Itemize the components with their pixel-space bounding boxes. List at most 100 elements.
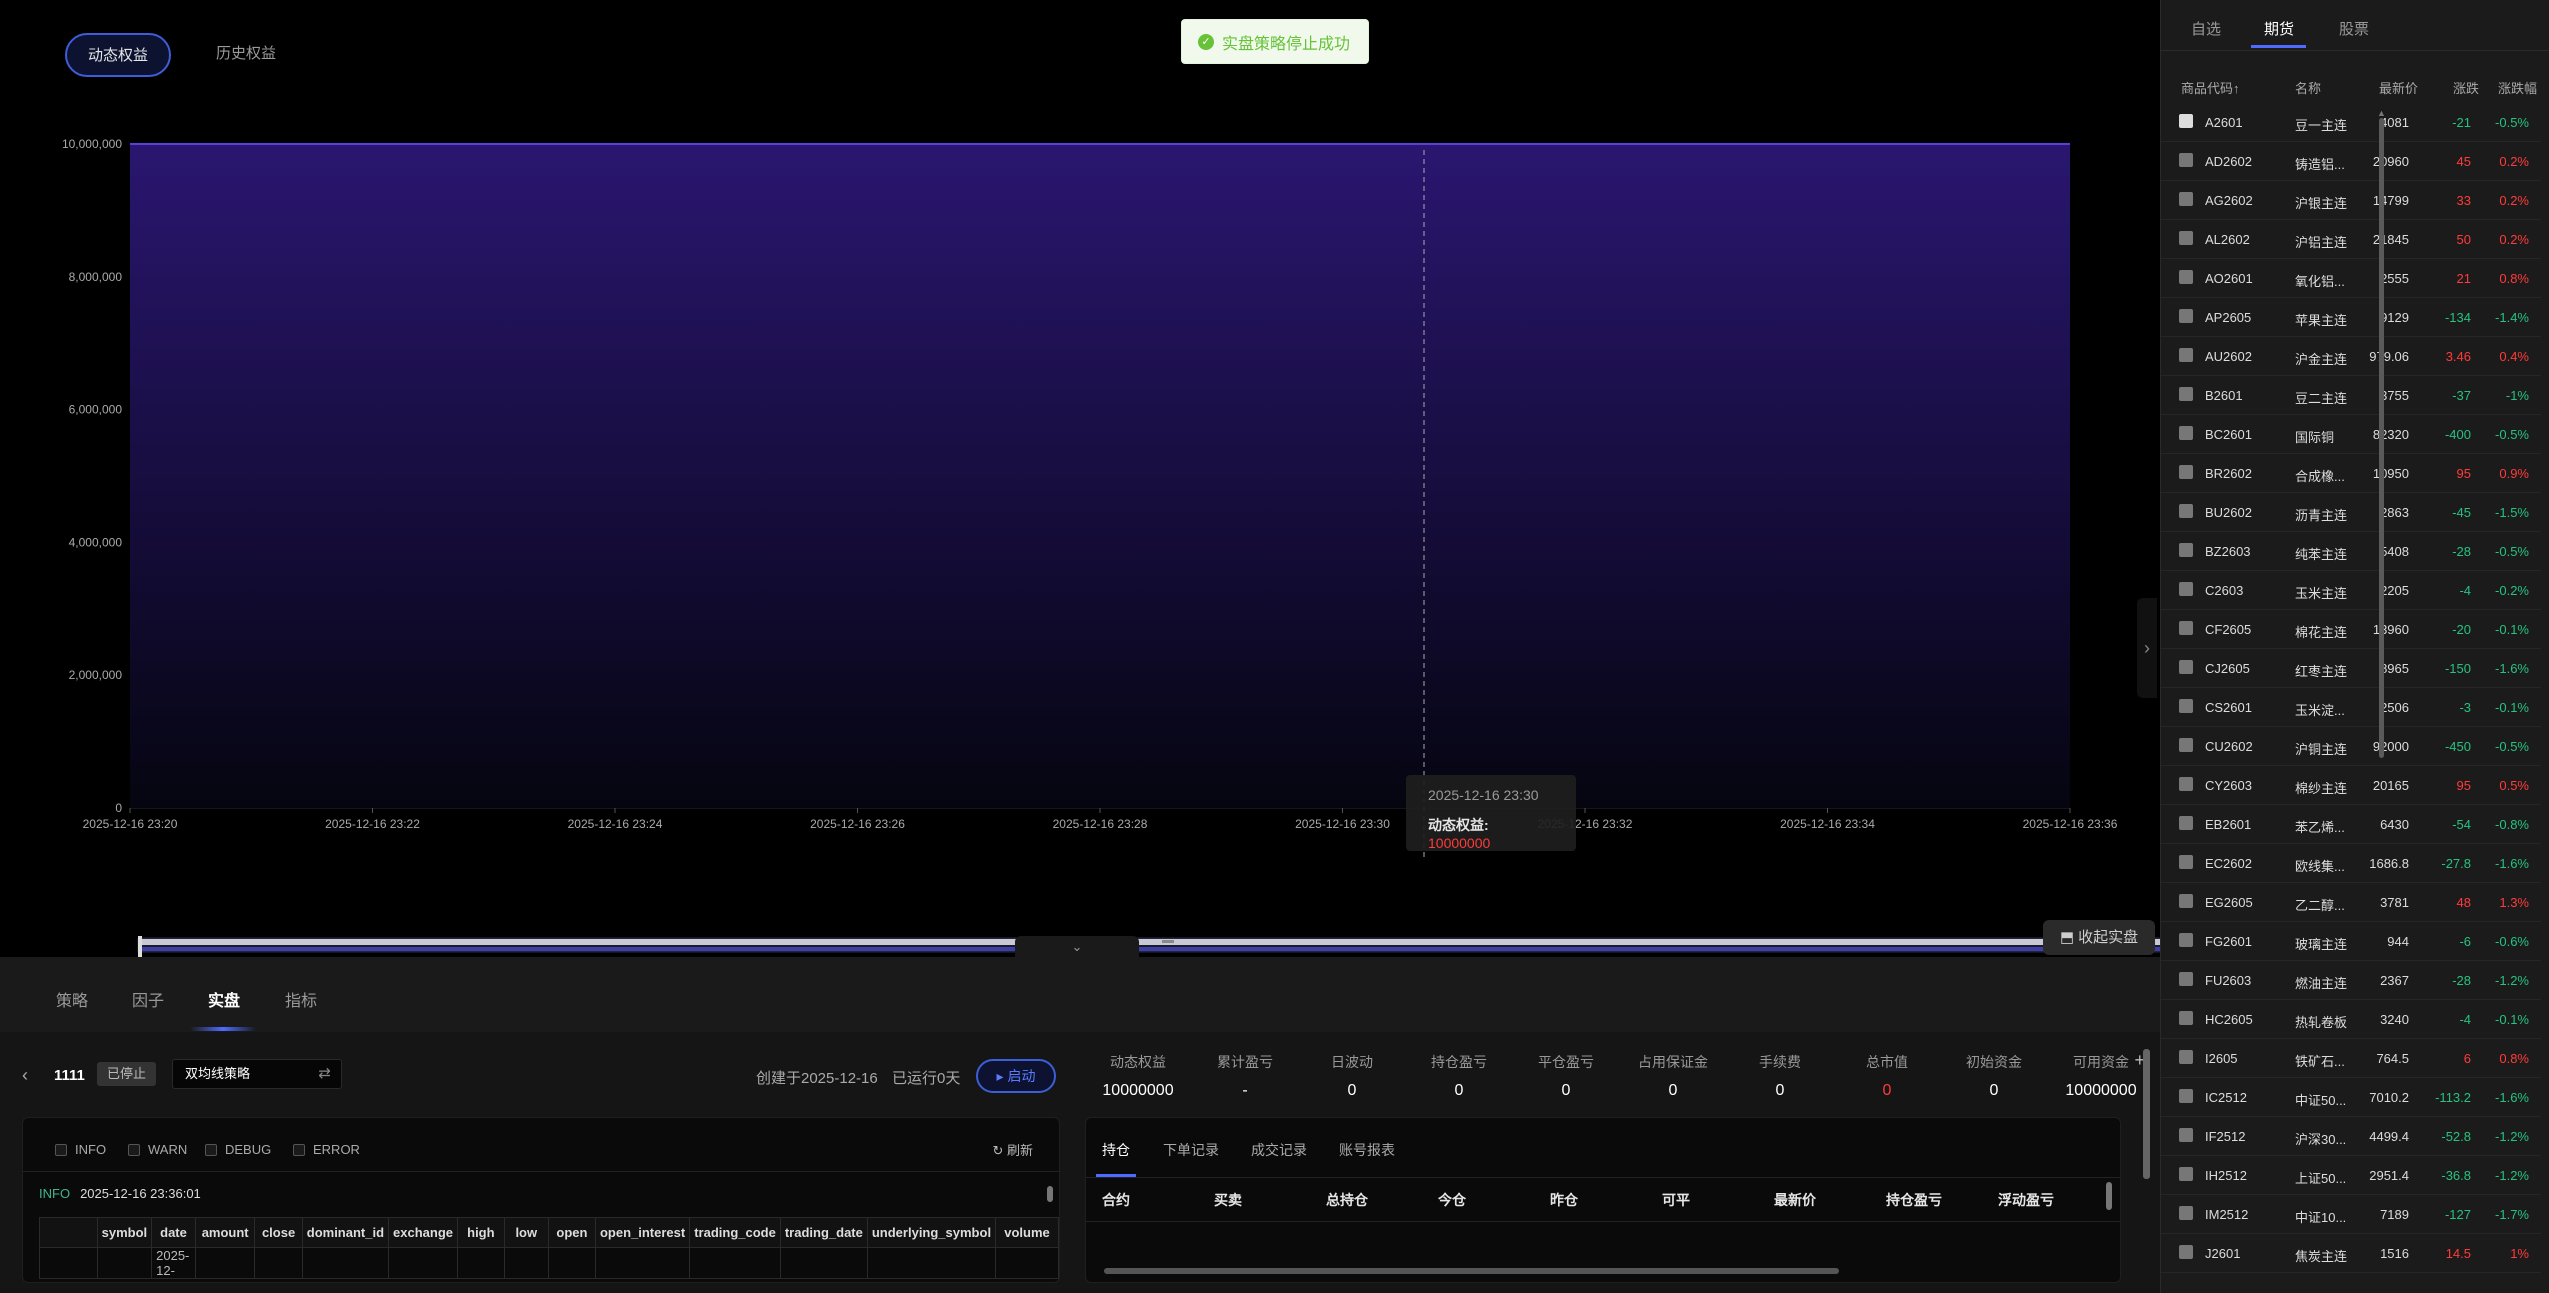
tab-strategy[interactable]: 策略 [56, 987, 88, 1011]
tab-indicator[interactable]: 指标 [285, 987, 317, 1011]
bookmark-icon[interactable] [2179, 504, 2193, 518]
bookmark-icon[interactable] [2179, 465, 2193, 479]
bookmark-icon[interactable] [2179, 621, 2193, 635]
bookmark-icon[interactable] [2179, 153, 2193, 167]
bottom-scrollbar[interactable] [2143, 1049, 2150, 1179]
watchlist-row[interactable]: AU2602 沪金主连 979.06 3.46 0.4% [2161, 337, 2541, 376]
bookmark-icon[interactable] [2179, 348, 2193, 362]
bookmark-icon[interactable] [2179, 231, 2193, 245]
bookmark-icon[interactable] [2179, 1167, 2193, 1181]
header-change[interactable]: 涨跌 [2453, 78, 2479, 97]
watchlist-row[interactable]: EG2605 乙二醇... 3781 48 1.3% [2161, 883, 2541, 922]
tab-trades[interactable]: 成交记录 [1251, 1140, 1307, 1160]
bookmark-icon[interactable] [2179, 894, 2193, 908]
tab-futures[interactable]: 期货 [2264, 18, 2294, 39]
bookmark-icon[interactable] [2179, 738, 2193, 752]
watchlist-row[interactable]: CS2601 玉米淀... 2506 -3 -0.1% [2161, 688, 2541, 727]
swap-icon[interactable]: ⇄ [318, 1060, 331, 1088]
positions-vertical-scrollbar[interactable] [2106, 1182, 2112, 1210]
watchlist-row[interactable]: BU2602 沥青主连 2863 -45 -1.5% [2161, 493, 2541, 532]
bookmark-icon[interactable] [2179, 387, 2193, 401]
scroll-up-icon[interactable]: ▲ [2377, 108, 2386, 118]
watchlist-row[interactable]: CY2603 棉纱主连 20165 95 0.5% [2161, 766, 2541, 805]
header-change-pct[interactable]: 涨跌幅 [2498, 78, 2537, 97]
filter-warn[interactable]: WARN [128, 1142, 187, 1157]
bookmark-icon[interactable] [2179, 933, 2193, 947]
watchlist-row[interactable]: IH2512 上证50... 2951.4 -36.8 -1.2% [2161, 1156, 2541, 1195]
filter-debug[interactable]: DEBUG [205, 1142, 271, 1157]
watchlist-row[interactable]: IF2512 沪深30... 4499.4 -52.8 -1.2% [2161, 1117, 2541, 1156]
refresh-button[interactable]: ↻ 刷新 [992, 1140, 1033, 1159]
watchlist-row[interactable]: AL2602 沪铝主连 21845 50 0.2% [2161, 220, 2541, 259]
bookmark-icon[interactable] [2179, 114, 2193, 128]
bookmark-icon[interactable] [2179, 660, 2193, 674]
watchlist-row[interactable]: AD2602 铸造铝... 20960 45 0.2% [2161, 142, 2541, 181]
watchlist-row[interactable]: BZ2603 纯苯主连 5408 -28 -0.5% [2161, 532, 2541, 571]
tab-favorites[interactable]: 自选 [2191, 18, 2221, 39]
watchlist-row[interactable]: AO2601 氧化铝... 2555 21 0.8% [2161, 259, 2541, 298]
watchlist-row[interactable]: A2601 豆一主连 4081 -21 -0.5% [2161, 103, 2541, 142]
watchlist-row[interactable]: EC2602 欧线集... 1686.8 -27.8 -1.6% [2161, 844, 2541, 883]
back-chevron-left-icon[interactable]: ‹ [22, 1065, 28, 1086]
watchlist-row[interactable]: HC2605 热轧卷板 3240 -4 -0.1% [2161, 1000, 2541, 1039]
bookmark-icon[interactable] [2179, 309, 2193, 323]
watchlist-row[interactable]: CJ2605 红枣主连 8965 -150 -1.6% [2161, 649, 2541, 688]
bookmark-icon[interactable] [2179, 1011, 2193, 1025]
sidebar-toggle-chevron-right-icon[interactable]: › [2137, 598, 2157, 698]
bookmark-icon[interactable] [2179, 1206, 2193, 1220]
checkbox[interactable] [55, 1143, 67, 1156]
tab-orders[interactable]: 下单记录 [1163, 1140, 1219, 1160]
bookmark-icon[interactable] [2179, 777, 2193, 791]
bookmark-icon[interactable] [2179, 699, 2193, 713]
watchlist-row[interactable]: FG2601 玻璃主连 944 -6 -0.6% [2161, 922, 2541, 961]
checkbox[interactable] [128, 1143, 140, 1156]
watchlist-row[interactable]: EB2601 苯乙烯... 6430 -54 -0.8% [2161, 805, 2541, 844]
bookmark-icon[interactable] [2179, 972, 2193, 986]
strategy-select[interactable]: 双均线策略 ⇄ [172, 1059, 342, 1089]
tab-account-report[interactable]: 账号报表 [1339, 1140, 1395, 1160]
watchlist-row[interactable]: AP2605 苹果主连 9129 -134 -1.4% [2161, 298, 2541, 337]
bookmark-icon[interactable] [2179, 1245, 2193, 1259]
filter-error[interactable]: ERROR [293, 1142, 360, 1157]
zoom-handle-left[interactable] [138, 936, 142, 957]
bookmark-icon[interactable] [2179, 1050, 2193, 1064]
watchlist-row[interactable]: C2603 玉米主连 2205 -4 -0.2% [2161, 571, 2541, 610]
equity-chart[interactable]: 10,000,000 8,000,000 6,000,000 4,000,000 2,0… [0, 0, 2160, 957]
bookmark-icon[interactable] [2179, 270, 2193, 284]
tab-live[interactable]: 实盘 [208, 987, 240, 1011]
watchlist-row[interactable]: BC2601 国际铜 82320 -400 -0.5% [2161, 415, 2541, 454]
bookmark-icon[interactable] [2179, 192, 2193, 206]
watchlist-row[interactable]: IM2512 中证10... 7189 -127 -1.7% [2161, 1195, 2541, 1234]
watchlist-scrollbar[interactable] [2379, 118, 2384, 758]
watchlist-row[interactable]: B2601 豆二主连 3755 -37 -1% [2161, 376, 2541, 415]
collapse-chevron-down-icon[interactable]: ⌄ [1015, 936, 1139, 957]
watchlist-row[interactable]: AG2602 沪银主连 14799 33 0.2% [2161, 181, 2541, 220]
log-scrollbar[interactable] [1047, 1178, 1053, 1278]
tab-positions[interactable]: 持仓 [1102, 1140, 1130, 1160]
close-live-button[interactable]: ⬒ 收起实盘 [2043, 920, 2155, 955]
watchlist-row[interactable]: IC2512 中证50... 7010.2 -113.2 -1.6% [2161, 1078, 2541, 1117]
watchlist-row[interactable]: BR2602 合成橡... 10950 95 0.9% [2161, 454, 2541, 493]
watchlist-row[interactable]: CU2602 沪铜主连 92000 -450 -0.5% [2161, 727, 2541, 766]
bookmark-icon[interactable] [2179, 816, 2193, 830]
header-price[interactable]: 最新价 [2379, 78, 2418, 97]
tab-stocks[interactable]: 股票 [2339, 18, 2369, 39]
checkbox[interactable] [205, 1143, 217, 1156]
watchlist-row[interactable]: CF2605 棉花主连 13960 -20 -0.1% [2161, 610, 2541, 649]
zoom-slider[interactable] [137, 936, 2160, 957]
bookmark-icon[interactable] [2179, 1089, 2193, 1103]
filter-info[interactable]: INFO [55, 1142, 106, 1157]
watchlist-row[interactable]: FU2603 燃油主连 2367 -28 -1.2% [2161, 961, 2541, 1000]
bookmark-icon[interactable] [2179, 426, 2193, 440]
header-code[interactable]: 商品代码↑ [2181, 78, 2240, 97]
positions-horizontal-scrollbar[interactable] [1104, 1268, 1839, 1274]
watchlist-row[interactable]: I2605 铁矿石... 764.5 6 0.8% [2161, 1039, 2541, 1078]
bookmark-icon[interactable] [2179, 1128, 2193, 1142]
start-button[interactable]: ▸ 启动 [976, 1059, 1056, 1093]
tab-factor[interactable]: 因子 [132, 987, 164, 1011]
bookmark-icon[interactable] [2179, 543, 2193, 557]
bookmark-icon[interactable] [2179, 855, 2193, 869]
checkbox[interactable] [293, 1143, 305, 1156]
bookmark-icon[interactable] [2179, 582, 2193, 596]
watchlist-row[interactable]: J2601 焦炭主连 1516 14.5 1% [2161, 1234, 2541, 1273]
